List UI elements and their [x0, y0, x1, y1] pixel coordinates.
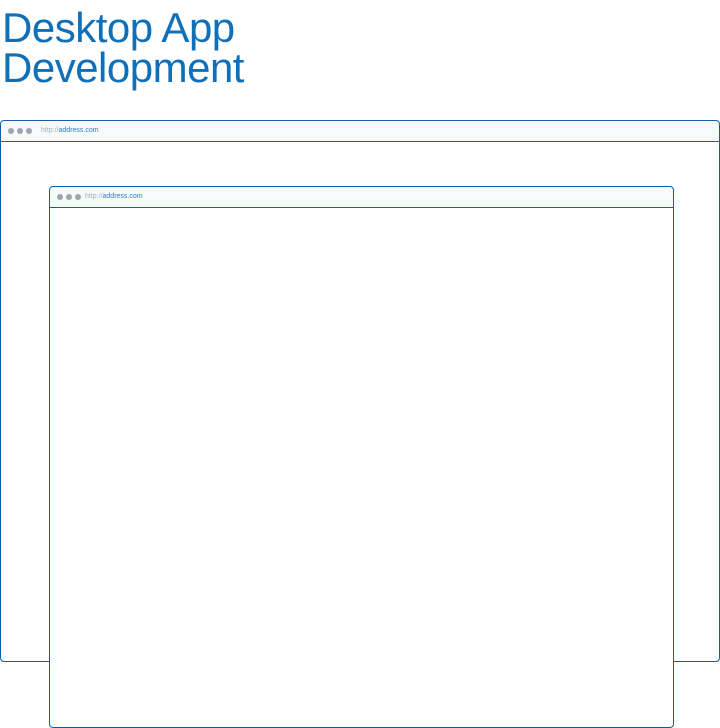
close-dot-icon[interactable] [8, 128, 14, 134]
window-titlebar[interactable]: http://address.com [1, 121, 719, 142]
window-controls [8, 128, 32, 134]
address-bar[interactable]: http://address.com [41, 126, 99, 136]
address-bar[interactable]: http://address.com [85, 192, 143, 202]
maximize-dot-icon[interactable] [26, 128, 32, 134]
browser-window-front[interactable]: http://address.com [49, 186, 674, 728]
maximize-dot-icon[interactable] [75, 194, 81, 200]
minimize-dot-icon[interactable] [17, 128, 23, 134]
window-controls [57, 194, 81, 200]
page-title-line-2: Development [2, 44, 244, 91]
minimize-dot-icon[interactable] [66, 194, 72, 200]
window-titlebar[interactable]: http://address.com [50, 187, 673, 208]
address-host: address.com [102, 193, 143, 200]
close-dot-icon[interactable] [57, 194, 63, 200]
address-host: address.com [58, 127, 99, 134]
page-title-line-1: Desktop App [2, 4, 235, 51]
address-scheme: http:// [85, 193, 103, 200]
address-scheme: http:// [41, 127, 59, 134]
page-title: Desktop App Development [2, 4, 244, 91]
page: Desktop App Development http://address.c… [0, 0, 720, 728]
window-content [50, 208, 673, 727]
